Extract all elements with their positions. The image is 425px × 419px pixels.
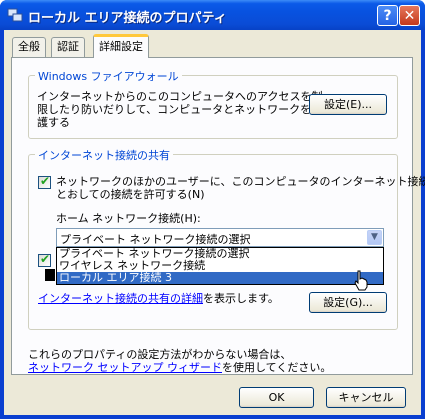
firewall-description-line2: 限したり防いだりして、コンピュータとネットワークを保 <box>37 103 323 116</box>
chevron-down-icon[interactable]: ▼ <box>367 230 382 245</box>
checkmark-icon: ✔ <box>40 252 51 266</box>
firewall-description-line1: インターネットからのこのコンピュータへのアクセスを制 <box>37 90 323 103</box>
network-connection-icon <box>7 8 23 22</box>
hand-pointer-cursor-icon <box>354 270 368 291</box>
allow-sharing-label-line1: ネットワークのほかのユーザーに、このコンピュータのインターネット接続を <box>56 175 425 188</box>
network-setup-wizard-link[interactable]: ネットワーク セットアップ ウィザード <box>28 361 222 374</box>
firewall-description-line3: 護する <box>37 116 70 129</box>
title-bar[interactable]: ローカル エリア接続のプロパティ ? ✕ <box>0 0 425 30</box>
dropdown-option-local-area-3[interactable]: ローカル エリア接続 3 <box>57 272 383 284</box>
help-button[interactable]: ? <box>377 5 398 26</box>
firewall-group: Windows ファイアウォール インターネットからのこのコンピュータへのアクセ… <box>28 68 398 139</box>
properties-dialog: ローカル エリア接続のプロパティ ? ✕ 全般 認証 詳細設定 Windows … <box>0 0 425 419</box>
ics-group-title: インターネット接続の共有 <box>35 147 173 163</box>
window-title: ローカル エリア接続のプロパティ <box>28 11 227 26</box>
ics-details-text: インターネット接続の共有の詳細を表示します。 <box>38 292 279 305</box>
checkmark-icon: ✔ <box>40 174 51 188</box>
firewall-settings-button[interactable]: 設定(E)... <box>309 94 387 115</box>
second-sharing-checkbox[interactable]: ✔ <box>38 252 51 267</box>
ics-settings-button[interactable]: 設定(G)... <box>309 292 387 313</box>
ics-group: インターネット接続の共有 ✔ ネットワークのほかのユーザーに、このコンピュータの… <box>28 147 425 330</box>
allow-sharing-label-line2: とおしての接続を許可する(N) <box>56 188 205 201</box>
footer-text-line2: ネットワーク セットアップ ウィザードを使用してください。 <box>28 361 331 374</box>
advanced-tab-panel: Windows ファイアウォール インターネットからのこのコンピュータへのアクセ… <box>11 57 425 375</box>
tab-general[interactable]: 全般 <box>12 37 46 57</box>
home-network-selected: プライベート ネットワーク接続の選択 <box>60 233 251 246</box>
ok-button[interactable]: OK <box>239 387 314 408</box>
ics-details-link[interactable]: インターネット接続の共有の詳細 <box>38 292 203 305</box>
obscured-checkbox-label-fragment <box>45 269 55 281</box>
close-button[interactable]: ✕ <box>399 5 420 26</box>
footer-text-suffix: を使用してください。 <box>222 361 332 374</box>
allow-sharing-checkbox[interactable]: ✔ <box>38 174 51 189</box>
home-network-dropdown-list: プライベート ネットワーク接続の選択 ワイヤレス ネットワーク接続 ローカル エ… <box>56 247 384 285</box>
tab-advanced[interactable]: 詳細設定 <box>93 34 149 58</box>
tab-authentication[interactable]: 認証 <box>51 37 85 57</box>
firewall-group-title: Windows ファイアウォール <box>35 68 182 84</box>
footer-text-line1: これらのプロパティの設定方法がわからない場合は、 <box>28 348 292 361</box>
home-network-label: ホーム ネットワーク接続(H): <box>56 212 201 225</box>
home-network-combo[interactable]: プライベート ネットワーク接続の選択 ▼ <box>56 228 384 247</box>
dialog-client-area: 全般 認証 詳細設定 Windows ファイアウォール インターネットからのこの… <box>4 30 425 415</box>
cancel-button[interactable]: キャンセル <box>326 387 406 408</box>
ics-details-suffix: を表示します。 <box>203 292 279 305</box>
